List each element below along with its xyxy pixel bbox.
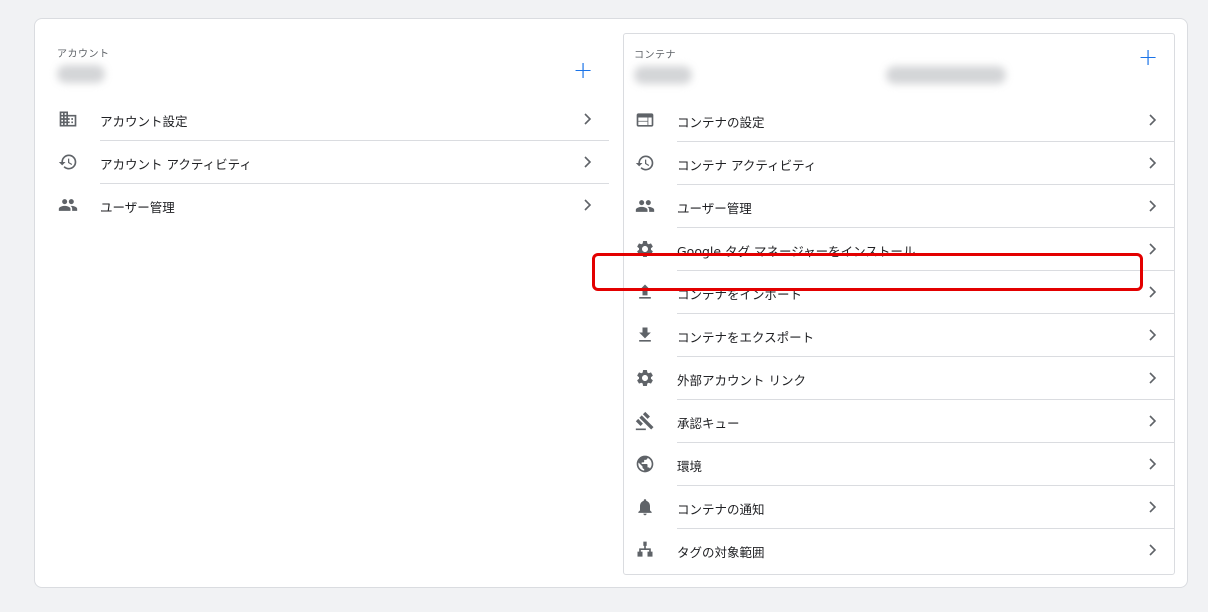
chevron-right-icon bbox=[1146, 370, 1160, 386]
account-activity-label: アカウント アクティビティ bbox=[100, 157, 252, 172]
chevron-right-icon bbox=[1146, 499, 1160, 515]
container-settings-item[interactable]: コンテナの設定 bbox=[624, 99, 1174, 142]
download-icon bbox=[634, 324, 656, 346]
chevron-right-icon bbox=[1146, 198, 1160, 214]
export-container-item[interactable]: コンテナをエクスポート bbox=[624, 314, 1174, 357]
account-user-management-item[interactable]: ユーザー管理 bbox=[47, 184, 609, 227]
chevron-right-icon bbox=[1146, 327, 1160, 343]
account-menu-list: アカウント設定 アカウント アクティビティ ユーザー管理 bbox=[47, 98, 609, 227]
account-section-label: アカウント bbox=[57, 49, 110, 60]
container-name-redacted bbox=[634, 66, 692, 84]
building-icon bbox=[57, 108, 79, 130]
gear-icon bbox=[634, 238, 656, 260]
settings-card: アカウント + アカウント設定 アカウント アクティビティ ユーザー管理 コンテ… bbox=[34, 18, 1188, 588]
history-icon bbox=[634, 152, 656, 174]
container-notifications-item[interactable]: コンテナの通知 bbox=[624, 486, 1174, 529]
container-notifications-label: コンテナの通知 bbox=[677, 502, 765, 517]
tag-coverage-item[interactable]: タグの対象範囲 bbox=[624, 529, 1174, 572]
chevron-right-icon bbox=[1146, 284, 1160, 300]
external-account-links-label: 外部アカウント リンク bbox=[677, 373, 806, 388]
add-container-button[interactable]: + bbox=[1136, 45, 1160, 70]
container-user-management-item[interactable]: ユーザー管理 bbox=[624, 185, 1174, 228]
container-settings-label: コンテナの設定 bbox=[677, 115, 765, 130]
account-panel: アカウント + アカウント設定 アカウント アクティビティ ユーザー管理 bbox=[47, 33, 609, 233]
add-account-button[interactable]: + bbox=[571, 58, 595, 83]
web-window-icon bbox=[634, 109, 656, 131]
chevron-right-icon bbox=[581, 111, 595, 127]
container-activity-item[interactable]: コンテナ アクティビティ bbox=[624, 142, 1174, 185]
upload-icon bbox=[634, 281, 656, 303]
gear-icon bbox=[634, 367, 656, 389]
export-container-label: コンテナをエクスポート bbox=[677, 330, 815, 345]
chevron-right-icon bbox=[581, 197, 595, 213]
import-container-item[interactable]: コンテナをインポート bbox=[624, 271, 1174, 314]
import-container-label: コンテナをインポート bbox=[677, 287, 803, 302]
container-section-label: コンテナ bbox=[634, 50, 676, 61]
approval-queue-label: 承認キュー bbox=[677, 416, 740, 431]
container-activity-label: コンテナ アクティビティ bbox=[677, 158, 817, 173]
history-icon bbox=[57, 151, 79, 173]
install-gtm-item[interactable]: Google タグ マネージャーをインストール bbox=[624, 228, 1174, 271]
chevron-right-icon bbox=[1146, 413, 1160, 429]
sitemap-icon bbox=[634, 539, 656, 561]
globe-icon bbox=[634, 453, 656, 475]
chevron-right-icon bbox=[1146, 542, 1160, 558]
approval-queue-item[interactable]: 承認キュー bbox=[624, 400, 1174, 443]
install-gtm-label: Google タグ マネージャーをインストール bbox=[677, 244, 916, 259]
bell-icon bbox=[634, 496, 656, 518]
account-activity-item[interactable]: アカウント アクティビティ bbox=[47, 141, 609, 184]
environments-label: 環境 bbox=[677, 459, 703, 474]
account-name-redacted bbox=[57, 65, 105, 83]
account-settings-label: アカウント設定 bbox=[100, 114, 188, 129]
people-icon bbox=[634, 195, 656, 217]
chevron-right-icon bbox=[1146, 456, 1160, 472]
tag-coverage-label: タグの対象範囲 bbox=[677, 545, 765, 560]
chevron-right-icon bbox=[1146, 155, 1160, 171]
account-settings-item[interactable]: アカウント設定 bbox=[47, 98, 609, 141]
chevron-right-icon bbox=[1146, 241, 1160, 257]
external-account-links-item[interactable]: 外部アカウント リンク bbox=[624, 357, 1174, 400]
container-menu-list: コンテナの設定 コンテナ アクティビティ ユーザー管理 Google タグ マネ… bbox=[624, 99, 1174, 572]
container-user-management-label: ユーザー管理 bbox=[677, 201, 752, 216]
people-icon bbox=[57, 194, 79, 216]
environments-item[interactable]: 環境 bbox=[624, 443, 1174, 486]
chevron-right-icon bbox=[581, 154, 595, 170]
gavel-icon bbox=[634, 410, 656, 432]
account-user-management-label: ユーザー管理 bbox=[100, 200, 175, 215]
container-id-redacted bbox=[886, 66, 1006, 84]
container-panel: コンテナ + コンテナの設定 コンテナ アクティビティ ユーザー管理 Googl… bbox=[623, 33, 1175, 575]
chevron-right-icon bbox=[1146, 112, 1160, 128]
